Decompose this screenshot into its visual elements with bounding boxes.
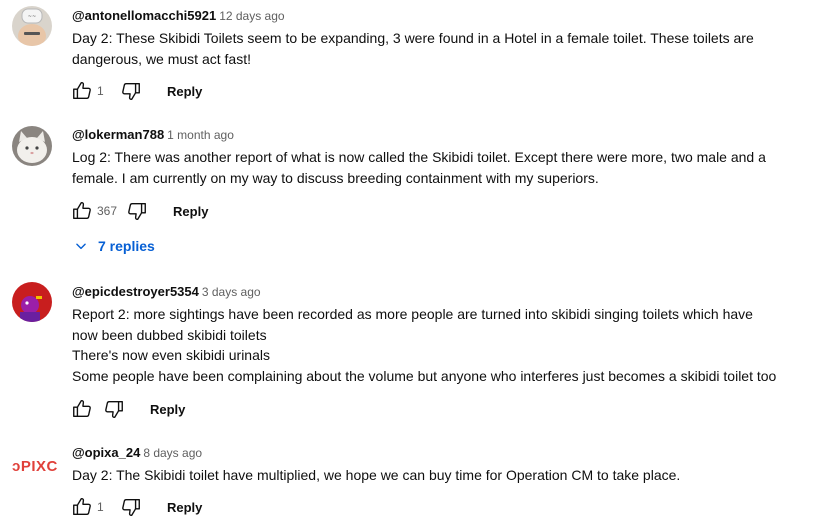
comment-actions: Reply <box>70 397 185 421</box>
thumb-down-icon <box>122 82 140 101</box>
dislike-button[interactable] <box>119 79 143 103</box>
comment-text-line: now been dubbed skibidi toilets <box>72 326 267 343</box>
like-button[interactable] <box>70 199 94 223</box>
comment-author[interactable]: @antonellomacchi5921 <box>72 8 216 23</box>
comment-thread: @epicdestroyer5354 3 days ago Report 2: m… <box>0 276 823 426</box>
like-button[interactable] <box>70 79 94 103</box>
comment-text: Day 2: The Skibidi toilet have multiplie… <box>72 465 819 486</box>
thumb-up-icon <box>73 201 91 220</box>
avatar[interactable] <box>12 126 52 166</box>
dislike-button[interactable] <box>125 199 149 223</box>
comment-text-line: There's now even skibidi urinals <box>72 347 270 363</box>
dislike-button[interactable] <box>119 495 143 519</box>
comment-thread: ɔPIXC @opixa_24 8 days ago Day 2: The Ski… <box>0 437 823 524</box>
reply-button[interactable]: Reply <box>150 402 185 417</box>
like-count: 1 <box>97 500 104 514</box>
comment-timestamp[interactable]: 8 days ago <box>143 446 202 460</box>
thumb-down-icon <box>122 498 140 517</box>
comment-actions: 367 Reply <box>70 199 208 223</box>
comment-text: Report 2: more sightings have been recor… <box>72 304 819 386</box>
thumb-down-icon <box>128 202 146 221</box>
comment-text-line: Some people have been complaining about … <box>72 367 777 384</box>
like-count: 1 <box>97 84 104 98</box>
reply-button[interactable]: Reply <box>167 500 202 515</box>
thumb-up-icon <box>73 399 91 418</box>
comment-author[interactable]: @opixa_24 <box>72 445 140 460</box>
replies-count-label[interactable]: 7 replies <box>98 238 155 254</box>
dislike-button[interactable] <box>102 397 126 421</box>
comment-timestamp[interactable]: 12 days ago <box>219 9 284 23</box>
comment-text-line: dangerous, we must act fast! <box>72 50 251 67</box>
comment-actions: 1 Reply <box>70 79 202 103</box>
reply-button[interactable]: Reply <box>173 204 208 219</box>
like-button[interactable] <box>70 495 94 519</box>
thumb-down-icon <box>105 400 123 419</box>
comment-thread: ~~ @antonellomacchi5921 12 days ago Day 2… <box>0 0 823 110</box>
avatar[interactable]: ɔPIXC <box>12 458 58 475</box>
comment-text-line: Report 2: more sightings have been recor… <box>72 306 753 322</box>
comment-text-line: Day 2: The Skibidi toilet have multiplie… <box>72 467 681 483</box>
view-replies-button[interactable]: 7 replies <box>74 234 155 258</box>
comment-author[interactable]: @epicdestroyer5354 <box>72 284 199 299</box>
chevron-down-icon <box>76 243 86 250</box>
thumb-up-icon <box>73 81 91 100</box>
comment-actions: 1 Reply <box>70 495 202 519</box>
comment-thread: @lokerman788 1 month ago Log 2: There was… <box>0 118 823 268</box>
thumb-up-icon <box>73 497 91 516</box>
comment-author[interactable]: @lokerman788 <box>72 127 164 142</box>
comment-timestamp[interactable]: 1 month ago <box>167 128 234 142</box>
comment-text-line: Log 2: There was another report of what … <box>72 149 766 165</box>
comment-timestamp[interactable]: 3 days ago <box>202 285 261 299</box>
comment-text-line: female. I am currently on my way to disc… <box>72 169 599 186</box>
reply-button[interactable]: Reply <box>167 84 202 99</box>
like-count: 367 <box>97 204 118 218</box>
svg-text:~~: ~~ <box>28 14 36 20</box>
avatar[interactable] <box>12 282 52 322</box>
comment-text: Day 2: These Skibidi Toilets seem to be … <box>72 28 819 69</box>
comment-text-line: Day 2: These Skibidi Toilets seem to be … <box>72 30 754 46</box>
comment-text: Log 2: There was another report of what … <box>72 147 819 188</box>
avatar[interactable]: ~~ <box>12 6 52 46</box>
like-button[interactable] <box>70 397 94 421</box>
